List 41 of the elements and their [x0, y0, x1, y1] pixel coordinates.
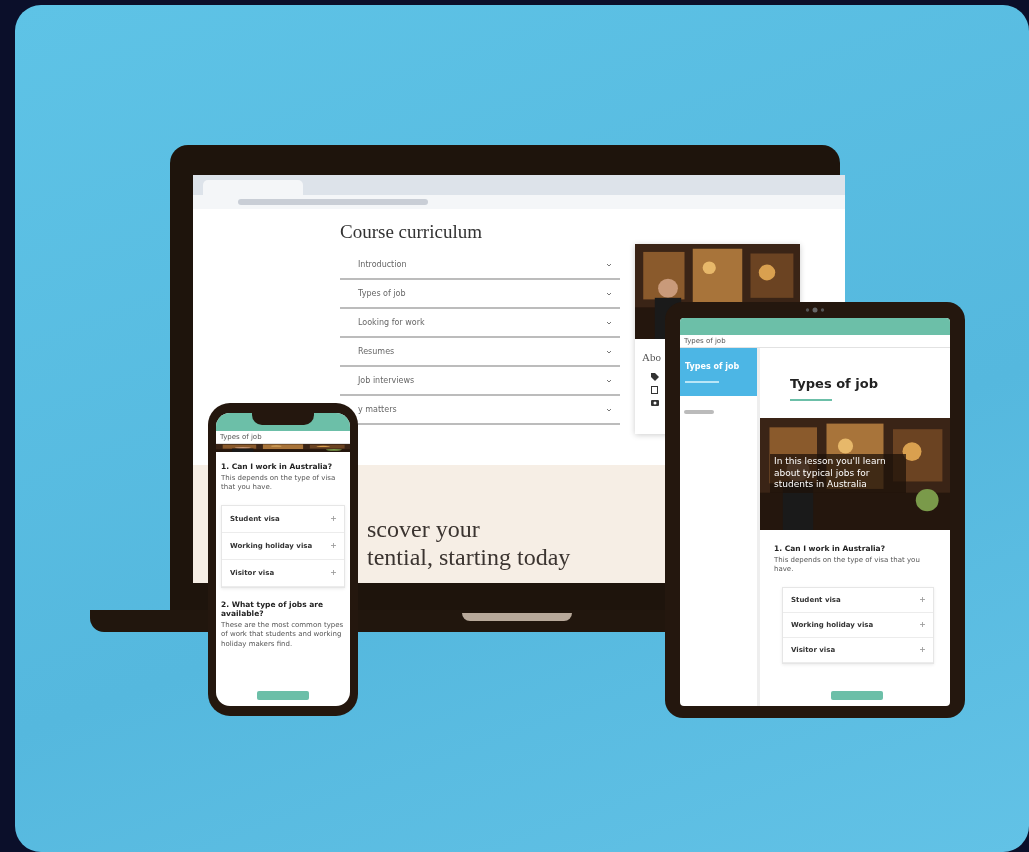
- chevron-icon: [606, 407, 612, 412]
- chevron-icon: [606, 320, 612, 325]
- module-title: Introduction: [357, 260, 407, 269]
- camera-icon: [651, 399, 659, 406]
- module-title: Job interviews: [356, 376, 415, 385]
- document-icon: [651, 386, 658, 394]
- module-title: Types of job: [357, 289, 406, 298]
- module-row[interactable]: Introduction: [340, 251, 620, 280]
- plus-icon: [331, 543, 336, 549]
- continue-button[interactable]: [257, 691, 309, 700]
- plus-icon: [920, 622, 925, 628]
- module-row[interactable]: Resumes: [340, 338, 620, 367]
- camera-dots-icon: [805, 307, 825, 313]
- hero-text: In this lesson you'll learn about typical jobs for students in Australia: [770, 454, 906, 494]
- plus-icon: [331, 516, 336, 522]
- plus-icon: [920, 647, 925, 653]
- chevron-icon: [606, 291, 612, 296]
- chevron-icon: [606, 262, 612, 267]
- sidebar-rule: [685, 381, 719, 383]
- sidebar-title: Types of job: [685, 362, 741, 371]
- module-title: Looking for work: [357, 318, 425, 327]
- about-title: Abo: [642, 351, 662, 363]
- banner-heading: scover your: [367, 515, 480, 543]
- address-bar[interactable]: [193, 195, 845, 209]
- module-row[interactable]: Job interviews: [340, 367, 620, 396]
- module-row[interactable]: Types of job: [340, 280, 620, 309]
- module-title: Resumes: [357, 347, 395, 356]
- module-title: y matters: [357, 405, 397, 414]
- sidebar-item[interactable]: [684, 410, 714, 414]
- tag-icon: [651, 373, 659, 381]
- phone-notch: [252, 413, 314, 425]
- plus-icon: [331, 570, 336, 576]
- module-row[interactable]: Looking for work: [340, 309, 620, 338]
- page-heading: Course curriculum: [340, 221, 483, 243]
- lesson-title: Types of job: [790, 376, 879, 391]
- continue-button[interactable]: [831, 691, 883, 700]
- title-underline: [790, 399, 832, 401]
- banner-heading: tential, starting today: [367, 543, 571, 571]
- chevron-icon: [606, 349, 612, 354]
- chevron-icon: [606, 378, 612, 383]
- plus-icon: [920, 597, 925, 603]
